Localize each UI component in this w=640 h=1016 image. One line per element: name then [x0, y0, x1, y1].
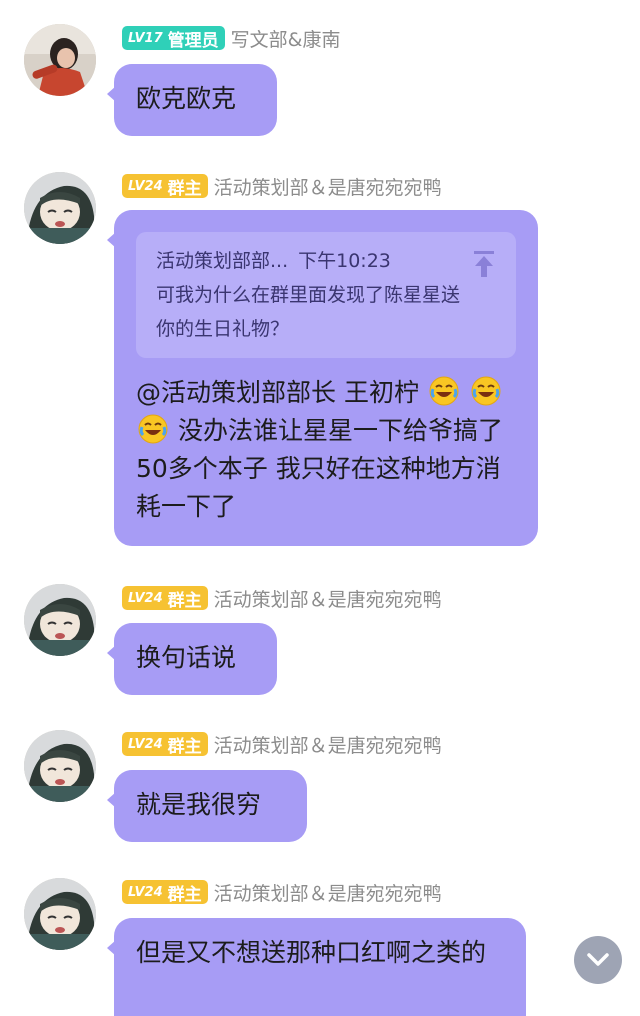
role-label: 群主 [167, 178, 202, 199]
mention[interactable]: @活动策划部部长 王初柠 [136, 378, 419, 407]
quoted-message[interactable]: 活动策划部部... 下午10:23 可我为什么在群里面发现了陈星星送你的生日礼物… [136, 232, 516, 358]
avatar[interactable] [24, 878, 96, 950]
quote-text: 可我为什么在群里面发现了陈星星送你的生日礼物？ [156, 284, 461, 340]
role-label: 群主 [167, 884, 202, 905]
message-text: 就是我很穷 [136, 790, 262, 819]
sender-meta: LV24 群主 活动策划部＆是唐宛宛宛鸭 [122, 584, 442, 612]
level-label: LV24 [128, 590, 163, 606]
sender-meta: LV24 群主 活动策划部＆是唐宛宛宛鸭 [122, 730, 442, 758]
message-bubble[interactable]: 欧克欧克 [107, 64, 277, 136]
laugh-cry-emoji-icon [138, 414, 168, 444]
level-badge: LV17 管理员 [122, 26, 225, 51]
scroll-to-bottom-button[interactable] [574, 936, 622, 984]
message-text: 换句话说 [136, 643, 237, 672]
message-text: 欧克欧克 [136, 84, 237, 113]
sender-name[interactable]: 活动策划部＆是唐宛宛宛鸭 [214, 173, 442, 200]
message-bubble[interactable]: 但是又不想送那种口红啊之类的 [107, 918, 526, 1016]
sender-name[interactable]: 活动策划部＆是唐宛宛宛鸭 [214, 879, 442, 906]
message-bubble[interactable]: 就是我很穷 [107, 770, 307, 842]
avatar[interactable] [24, 172, 96, 244]
quote-author: 活动策划部部... [156, 250, 289, 272]
role-label: 群主 [167, 736, 202, 757]
message-text: 但是又不想送那种口红啊之类的 [136, 938, 487, 967]
chevron-down-icon [587, 953, 609, 966]
laugh-cry-emoji-icon [429, 376, 459, 406]
message-body: @活动策划部部长 王初柠 没办法谁让星星一下给爷搞了50多个本子 我只好在这种地… [136, 374, 516, 526]
quote-header: 活动策划部部... 下午10:23 [156, 244, 494, 278]
level-label: LV24 [128, 884, 163, 900]
level-label: LV17 [128, 30, 163, 46]
level-badge: LV24 群主 [122, 732, 208, 757]
level-label: LV24 [128, 178, 163, 194]
quote-time: 下午10:23 [298, 250, 391, 272]
sender-name[interactable]: 活动策划部＆是唐宛宛宛鸭 [214, 585, 442, 612]
avatar[interactable] [24, 584, 96, 656]
sender-meta: LV24 群主 活动策划部＆是唐宛宛宛鸭 [122, 172, 442, 200]
role-label: 群主 [167, 590, 202, 611]
level-badge: LV24 群主 [122, 174, 208, 199]
sender-name[interactable]: 活动策划部＆是唐宛宛宛鸭 [214, 731, 442, 758]
message-text: 没办法谁让星星一下给爷搞了50多个本子 我只好在这种地方消耗一下了 [136, 416, 503, 521]
sender-meta: LV24 群主 活动策划部＆是唐宛宛宛鸭 [122, 878, 442, 906]
message-bubble[interactable]: 活动策划部部... 下午10:23 可我为什么在群里面发现了陈星星送你的生日礼物… [107, 210, 538, 546]
avatar[interactable] [24, 730, 96, 802]
level-label: LV24 [128, 736, 163, 752]
laugh-cry-emoji-icon [471, 376, 501, 406]
sender-name[interactable]: 写文部&康南 [231, 25, 341, 52]
level-badge: LV24 群主 [122, 586, 208, 611]
role-label: 管理员 [167, 30, 219, 51]
sender-meta: LV17 管理员 写文部&康南 [122, 24, 340, 52]
level-badge: LV24 群主 [122, 880, 208, 905]
avatar[interactable] [24, 24, 96, 96]
pin-top-icon[interactable] [472, 250, 496, 278]
message-bubble[interactable]: 换句话说 [107, 623, 277, 695]
